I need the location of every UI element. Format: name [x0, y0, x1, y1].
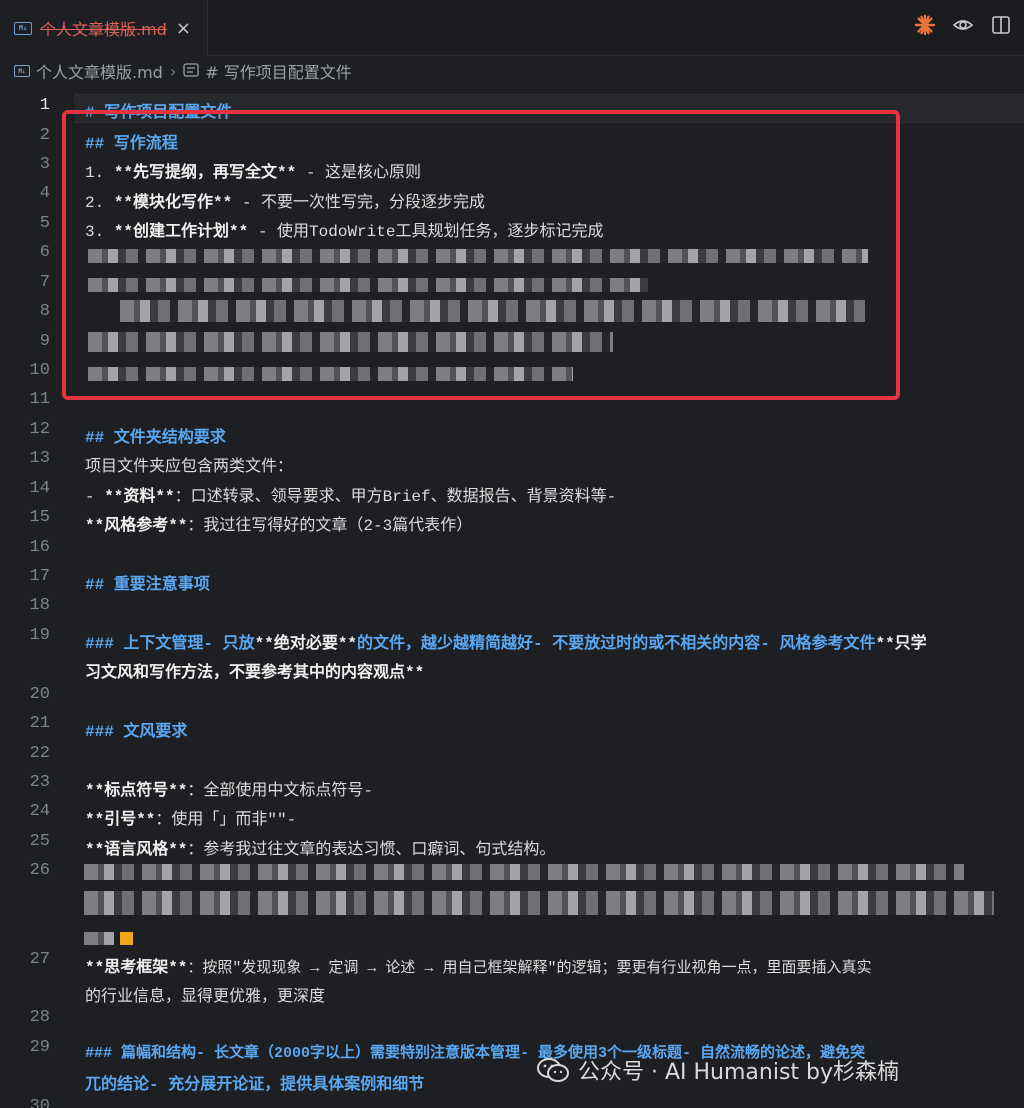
code-line-19-wrap: 习文风和写作方法，不要参考其中的内容观点**: [85, 664, 425, 682]
code-line-21: ### 文风要求: [85, 723, 188, 741]
code-line-23: **标点符号**：全部使用中文标点符号-: [85, 776, 373, 800]
code-line-25: **语言风格**：参考我过往文章的表达习惯、口癖词、句式结构。: [85, 835, 555, 859]
chevron-right-icon: ›: [169, 61, 177, 81]
wechat-icon: [536, 1057, 570, 1083]
tab-personal-article-template[interactable]: M↓ 个人文章模版.md ×: [0, 0, 208, 56]
tab-label: 个人文章模版.md: [40, 20, 167, 39]
code-line-29-wrap: 兀的结论- 充分展开论证，提供具体案例和细节: [85, 1076, 425, 1094]
bold-text: **语言风格**: [85, 841, 188, 859]
watermark-text: 公众号 · AI Humanist by杉森楠: [578, 1060, 900, 1085]
line-number: 10: [29, 361, 50, 380]
line-number: 21: [29, 714, 50, 733]
plain-text: ：按照"发现现象 → 定调 → 论述 → 用自己框架解释"的逻辑；要更有行业视角…: [187, 960, 872, 977]
plain-text: ：口述转录、领导要求、甲方Brief、数据报告、背景资料等-: [174, 488, 617, 506]
line-number: 18: [29, 596, 50, 615]
code-line-19: ### 上下文管理- 只放**绝对必要**的文件，越少越精简越好- 不要放过时的…: [85, 629, 927, 653]
breadcrumb-file[interactable]: 个人文章模版.md: [36, 59, 163, 83]
plain-text: ：全部使用中文标点符号-: [187, 782, 374, 800]
code-line-13: 项目文件夹应包含两类文件：: [85, 458, 294, 476]
redacted-line-26: [84, 864, 964, 880]
bold-text: **标点符号**: [85, 782, 188, 800]
bold-text: **风格参考**: [85, 517, 188, 535]
line-number: 14: [29, 479, 50, 498]
plain-text: ：使用「」而非""-: [155, 811, 297, 829]
breadcrumb: M↓ 个人文章模版.md › # 写作项目配置文件: [0, 56, 1024, 86]
heading-text: 的文件，越少越精简越好- 不要放过时的或不相关的内容- 风格参考文件: [357, 635, 876, 653]
line-number: 28: [29, 1008, 50, 1027]
line-number: 9: [39, 332, 50, 351]
editor[interactable]: 1 2 3 4 5 6 7 8 9 10 11 12 13 14 15 16 1…: [0, 94, 1024, 1108]
line-number: 1: [39, 96, 50, 115]
breadcrumb-section[interactable]: # 写作项目配置文件: [205, 59, 352, 83]
line-number: 20: [29, 685, 50, 704]
line-number: 19: [29, 626, 50, 645]
line-number: 13: [29, 449, 50, 468]
bold-text: **引号**: [85, 811, 156, 829]
red-highlight-box: [62, 110, 900, 400]
editor-actions: [914, 14, 1012, 36]
line-number: 12: [29, 420, 50, 439]
line-number: 17: [29, 567, 50, 586]
list-bullet: -: [85, 488, 105, 506]
markdown-icon: M↓: [14, 21, 32, 35]
code-line-24: **引号**：使用「」而非""-: [85, 805, 296, 829]
code-line-12: ## 文件夹结构要求: [85, 429, 226, 447]
line-number: 30: [29, 1097, 50, 1108]
code-line-27: **思考框架**：按照"发现现象 → 定调 → 论述 → 用自己框架解释"的逻辑…: [85, 953, 871, 977]
line-number: 6: [39, 243, 50, 262]
bold-text: **绝对必要**: [254, 635, 358, 653]
line-number: 7: [39, 273, 50, 292]
markdown-icon: M↓: [14, 65, 30, 77]
line-number: 5: [39, 214, 50, 233]
preview-eye-icon[interactable]: [952, 14, 974, 36]
line-number: 25: [29, 832, 50, 851]
code-line-14: - **资料**：口述转录、领导要求、甲方Brief、数据报告、背景资料等-: [85, 482, 616, 506]
heading-text: ### 上下文管理- 只放: [85, 635, 255, 653]
line-number: 27: [29, 950, 50, 969]
line-number: 8: [39, 302, 50, 321]
code-line-17: ## 重要注意事项: [85, 576, 210, 594]
line-number: 3: [39, 155, 50, 174]
line-number: 2: [39, 126, 50, 145]
code-line-15: **风格参考**：我过往写得好的文章（2-3篇代表作）: [85, 511, 472, 535]
bold-text: **只学: [875, 635, 927, 653]
bold-text: **资料**: [104, 488, 175, 506]
plain-text: ：参考我过往文章的表达习惯、口癖词、句式结构。: [187, 841, 556, 859]
close-icon[interactable]: ×: [176, 18, 191, 39]
split-editor-icon[interactable]: [990, 14, 1012, 36]
line-number: 15: [29, 508, 50, 527]
line-number: 23: [29, 773, 50, 792]
line-number: 29: [29, 1038, 50, 1057]
symbol-icon: [183, 62, 199, 81]
watermark: 公众号 · AI Humanist by杉森楠: [536, 1054, 899, 1086]
line-number: 11: [29, 390, 50, 409]
claude-spark-icon[interactable]: [914, 14, 936, 36]
tab-bar: M↓ 个人文章模版.md ×: [0, 0, 1024, 56]
code-line-27-wrap: 的行业信息，显得更优雅，更深度: [85, 988, 326, 1006]
orange-marker: [120, 932, 133, 945]
plain-text: ：我过往写得好的文章（2-3篇代表作）: [187, 517, 473, 535]
line-number: 4: [39, 184, 50, 203]
redacted-line-26-wrap: [84, 891, 994, 915]
line-number: 26: [29, 861, 50, 880]
redacted-line-26-end: [84, 932, 114, 945]
bold-text: **思考框架**: [85, 959, 188, 977]
line-number: 16: [29, 538, 50, 557]
line-number: 22: [29, 744, 50, 763]
line-number: 24: [29, 802, 50, 821]
